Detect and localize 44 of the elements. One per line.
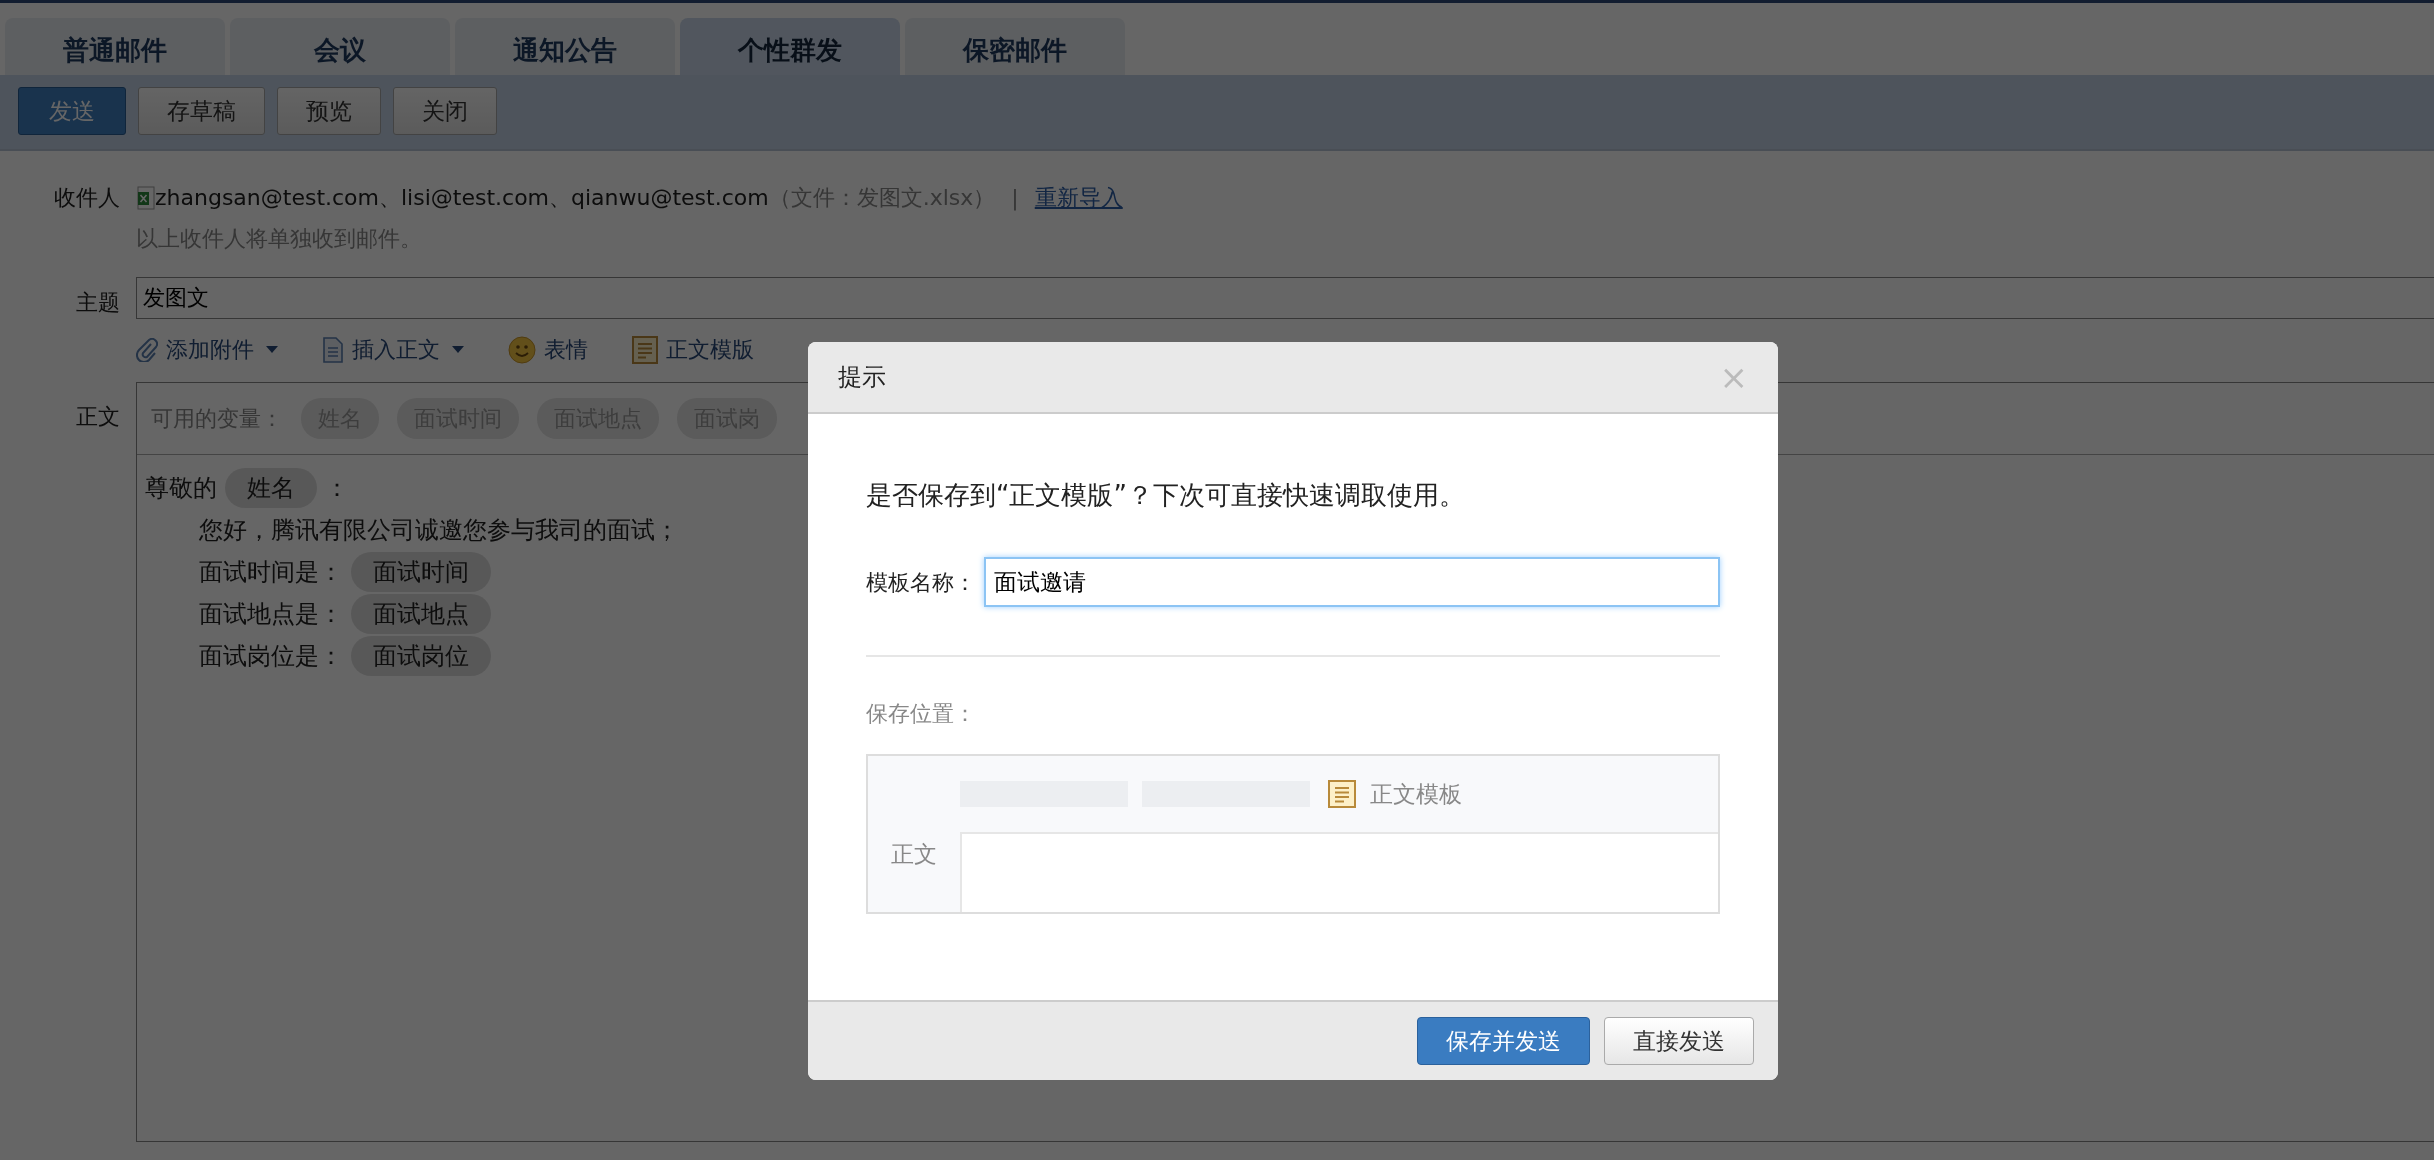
- mail-type-tab[interactable]: 通知公告: [455, 18, 675, 75]
- variable-chip: 面试岗位: [351, 636, 491, 676]
- paperclip-icon: [136, 337, 158, 362]
- variable-chip: 姓名: [225, 468, 317, 508]
- body-text: 您好，腾讯有限公司诚邀您参与我司的面试；: [199, 515, 679, 546]
- document-icon: [632, 335, 658, 364]
- smiley-icon: [508, 335, 536, 364]
- toolbar-button[interactable]: 存草稿: [138, 87, 265, 135]
- template-name-field[interactable]: 面试邀请: [984, 557, 1720, 607]
- preview-row-label: 正文: [890, 839, 938, 869]
- recipient-addresses: zhangsan@test.com、lisi@test.com、qianwu@test.com: [155, 184, 769, 212]
- compose-tool[interactable]: 正文模版: [632, 333, 754, 366]
- toolbar-button[interactable]: 预览: [277, 87, 381, 135]
- body-label: 正文: [75, 403, 120, 431]
- save-location-label: 保存位置：: [866, 700, 977, 728]
- mail-type-tab[interactable]: 保密邮件: [905, 18, 1125, 75]
- subject-label: 主题: [75, 288, 120, 317]
- variable-chip: 面试地点: [351, 594, 491, 634]
- dialog-button[interactable]: 保存并发送: [1417, 1017, 1590, 1065]
- dialog-button[interactable]: 直接发送: [1604, 1017, 1754, 1065]
- body-text: 面试地点是：: [199, 599, 343, 630]
- compose-tool[interactable]: 表情: [508, 333, 588, 366]
- dialog-message: 是否保存到“正文模版”？下次可直接快速调取使用。: [866, 479, 1466, 512]
- document-icon: [322, 336, 344, 363]
- variable-chip: 面试时间: [351, 552, 491, 592]
- toolbar-button[interactable]: 发送: [18, 87, 126, 135]
- compose-tool[interactable]: 插入正文: [322, 333, 464, 366]
- compose-tool[interactable]: 添加附件: [136, 333, 278, 366]
- body-text: 面试时间是：: [199, 557, 343, 588]
- recipients-label: 收件人: [53, 184, 120, 212]
- body-text: ：: [325, 473, 349, 504]
- reimport-link[interactable]: 重新导入: [1034, 181, 1123, 214]
- document-icon: [1328, 780, 1356, 808]
- template-folder-label[interactable]: 正文模板: [1370, 776, 1462, 812]
- toolbar-button[interactable]: 关闭: [393, 87, 497, 135]
- spreadsheet-file-icon: [137, 185, 155, 210]
- mail-type-tab[interactable]: 会议: [230, 18, 450, 75]
- body-text: 尊敬的: [145, 473, 217, 504]
- subject-field[interactable]: 发图文: [136, 277, 2434, 319]
- separator: |: [1011, 184, 1019, 213]
- body-text: 面试岗位是：: [199, 641, 343, 672]
- template-name-label: 模板名称：: [866, 568, 976, 597]
- mail-type-tab[interactable]: 个性群发: [680, 18, 900, 75]
- mail-type-tab[interactable]: 普通邮件: [5, 18, 225, 75]
